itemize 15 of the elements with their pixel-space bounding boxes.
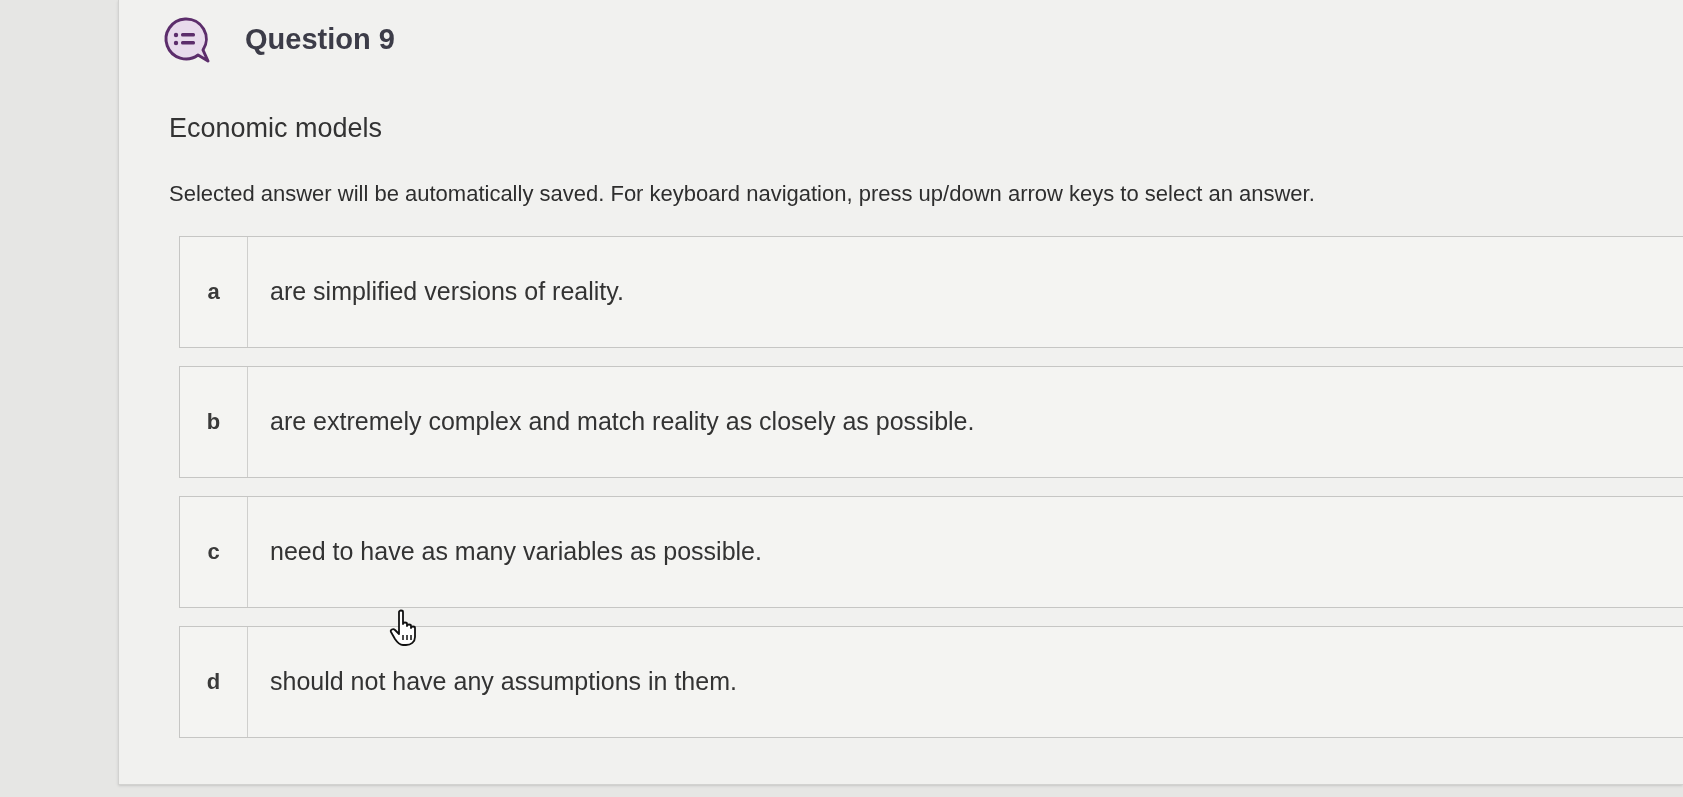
question-title: Question 9: [245, 22, 395, 58]
instruction-text: Selected answer will be automatically saved. For keyboard navigation, press up/down arrow keys to select an answer.: [168, 179, 1315, 208]
option-letter: c: [207, 538, 220, 566]
option-letter: d: [206, 668, 221, 696]
option-text: are extremely complex and match reality as closely as possible.: [270, 405, 975, 437]
answer-option[interactable]: d should not have any assumptions in them.: [179, 625, 1683, 738]
option-text: are simplified versions of reality.: [270, 275, 624, 307]
option-letter: a: [207, 278, 220, 306]
answer-option[interactable]: b are extremely complex and match reality as closely as possible.: [179, 365, 1683, 478]
question-prompt: Economic models: [168, 112, 383, 145]
option-letter: b: [206, 408, 221, 436]
answer-option[interactable]: c need to have as many variables as possible.: [179, 495, 1683, 608]
option-text: need to have as many variables as possible.: [270, 535, 762, 567]
option-text: should not have any assumptions in them.: [270, 665, 737, 697]
answer-option[interactable]: a are simplified versions of reality.: [179, 235, 1683, 348]
